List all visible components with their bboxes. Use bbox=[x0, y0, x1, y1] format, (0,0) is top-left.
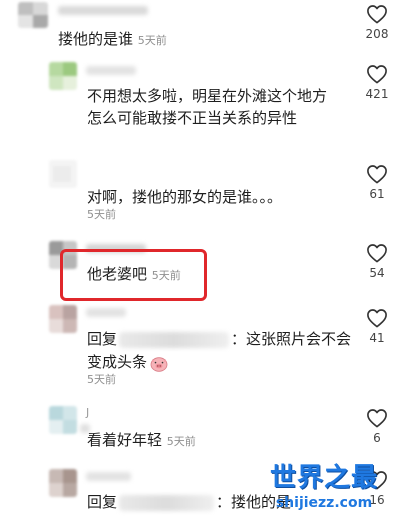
heart-outline-icon bbox=[367, 309, 387, 328]
like-count: 61 bbox=[369, 187, 385, 201]
comment-text: 变成头条 bbox=[87, 350, 168, 374]
username[interactable]: J bbox=[86, 406, 89, 419]
like-button[interactable]: 41 bbox=[357, 308, 397, 345]
like-button[interactable]: 54 bbox=[357, 243, 397, 280]
like-count: 421 bbox=[365, 87, 389, 101]
avatar[interactable] bbox=[49, 62, 77, 90]
pig-face-emoji-icon bbox=[150, 355, 168, 372]
reply-prefix: 回复 bbox=[87, 493, 118, 511]
like-count: 41 bbox=[369, 331, 385, 345]
like-count: 6 bbox=[373, 431, 381, 445]
like-count: 54 bbox=[369, 266, 385, 280]
comment-time: 5天前 bbox=[87, 373, 116, 386]
username-redacted bbox=[86, 308, 126, 317]
highlight-annotation-box bbox=[60, 249, 207, 301]
avatar[interactable] bbox=[49, 160, 77, 188]
avatar[interactable] bbox=[18, 2, 48, 28]
like-button[interactable]: 6 bbox=[357, 408, 397, 445]
mentioned-username-redacted[interactable] bbox=[119, 494, 215, 511]
comment-text-line: 不用想太多啦，明星在外滩这个地方 bbox=[87, 87, 328, 105]
mentioned-username-redacted[interactable] bbox=[119, 331, 230, 348]
reply-prefix: 回复 bbox=[87, 330, 118, 348]
username-redacted bbox=[86, 472, 131, 481]
heart-outline-icon bbox=[367, 65, 387, 84]
like-count: 208 bbox=[365, 27, 389, 41]
avatar[interactable] bbox=[49, 305, 77, 333]
like-button[interactable]: 208 bbox=[357, 4, 397, 41]
comment-text-line: 怎么可能敢搂不正当关系的异性 bbox=[87, 109, 298, 127]
username-redacted bbox=[58, 6, 148, 15]
comment-text: 对啊，搂他的那女的是谁。。。 bbox=[87, 188, 283, 206]
comment-text: 看着好年轻 5天前 bbox=[87, 431, 196, 449]
comment-time: 5天前 bbox=[166, 435, 196, 448]
comment-time: 5天前 bbox=[137, 34, 167, 47]
username-redacted bbox=[86, 66, 136, 75]
comment-text: 回复 ：这张照片会不会 bbox=[87, 330, 352, 348]
avatar[interactable] bbox=[49, 406, 77, 434]
watermark-url: shijiezz.com bbox=[275, 495, 373, 511]
site-watermark: 世界之最 shijiezz.com bbox=[249, 462, 399, 518]
comment-text: 搂他的是谁 5天前 bbox=[58, 30, 167, 48]
heart-outline-icon bbox=[367, 244, 387, 263]
heart-outline-icon bbox=[367, 409, 387, 428]
heart-outline-icon bbox=[367, 165, 387, 184]
watermark-title: 世界之最 bbox=[269, 463, 378, 493]
heart-outline-icon bbox=[367, 5, 387, 24]
avatar[interactable] bbox=[49, 469, 77, 497]
comment-time: 5天前 bbox=[87, 208, 116, 221]
like-button[interactable]: 421 bbox=[357, 64, 397, 101]
like-button[interactable]: 61 bbox=[357, 164, 397, 201]
